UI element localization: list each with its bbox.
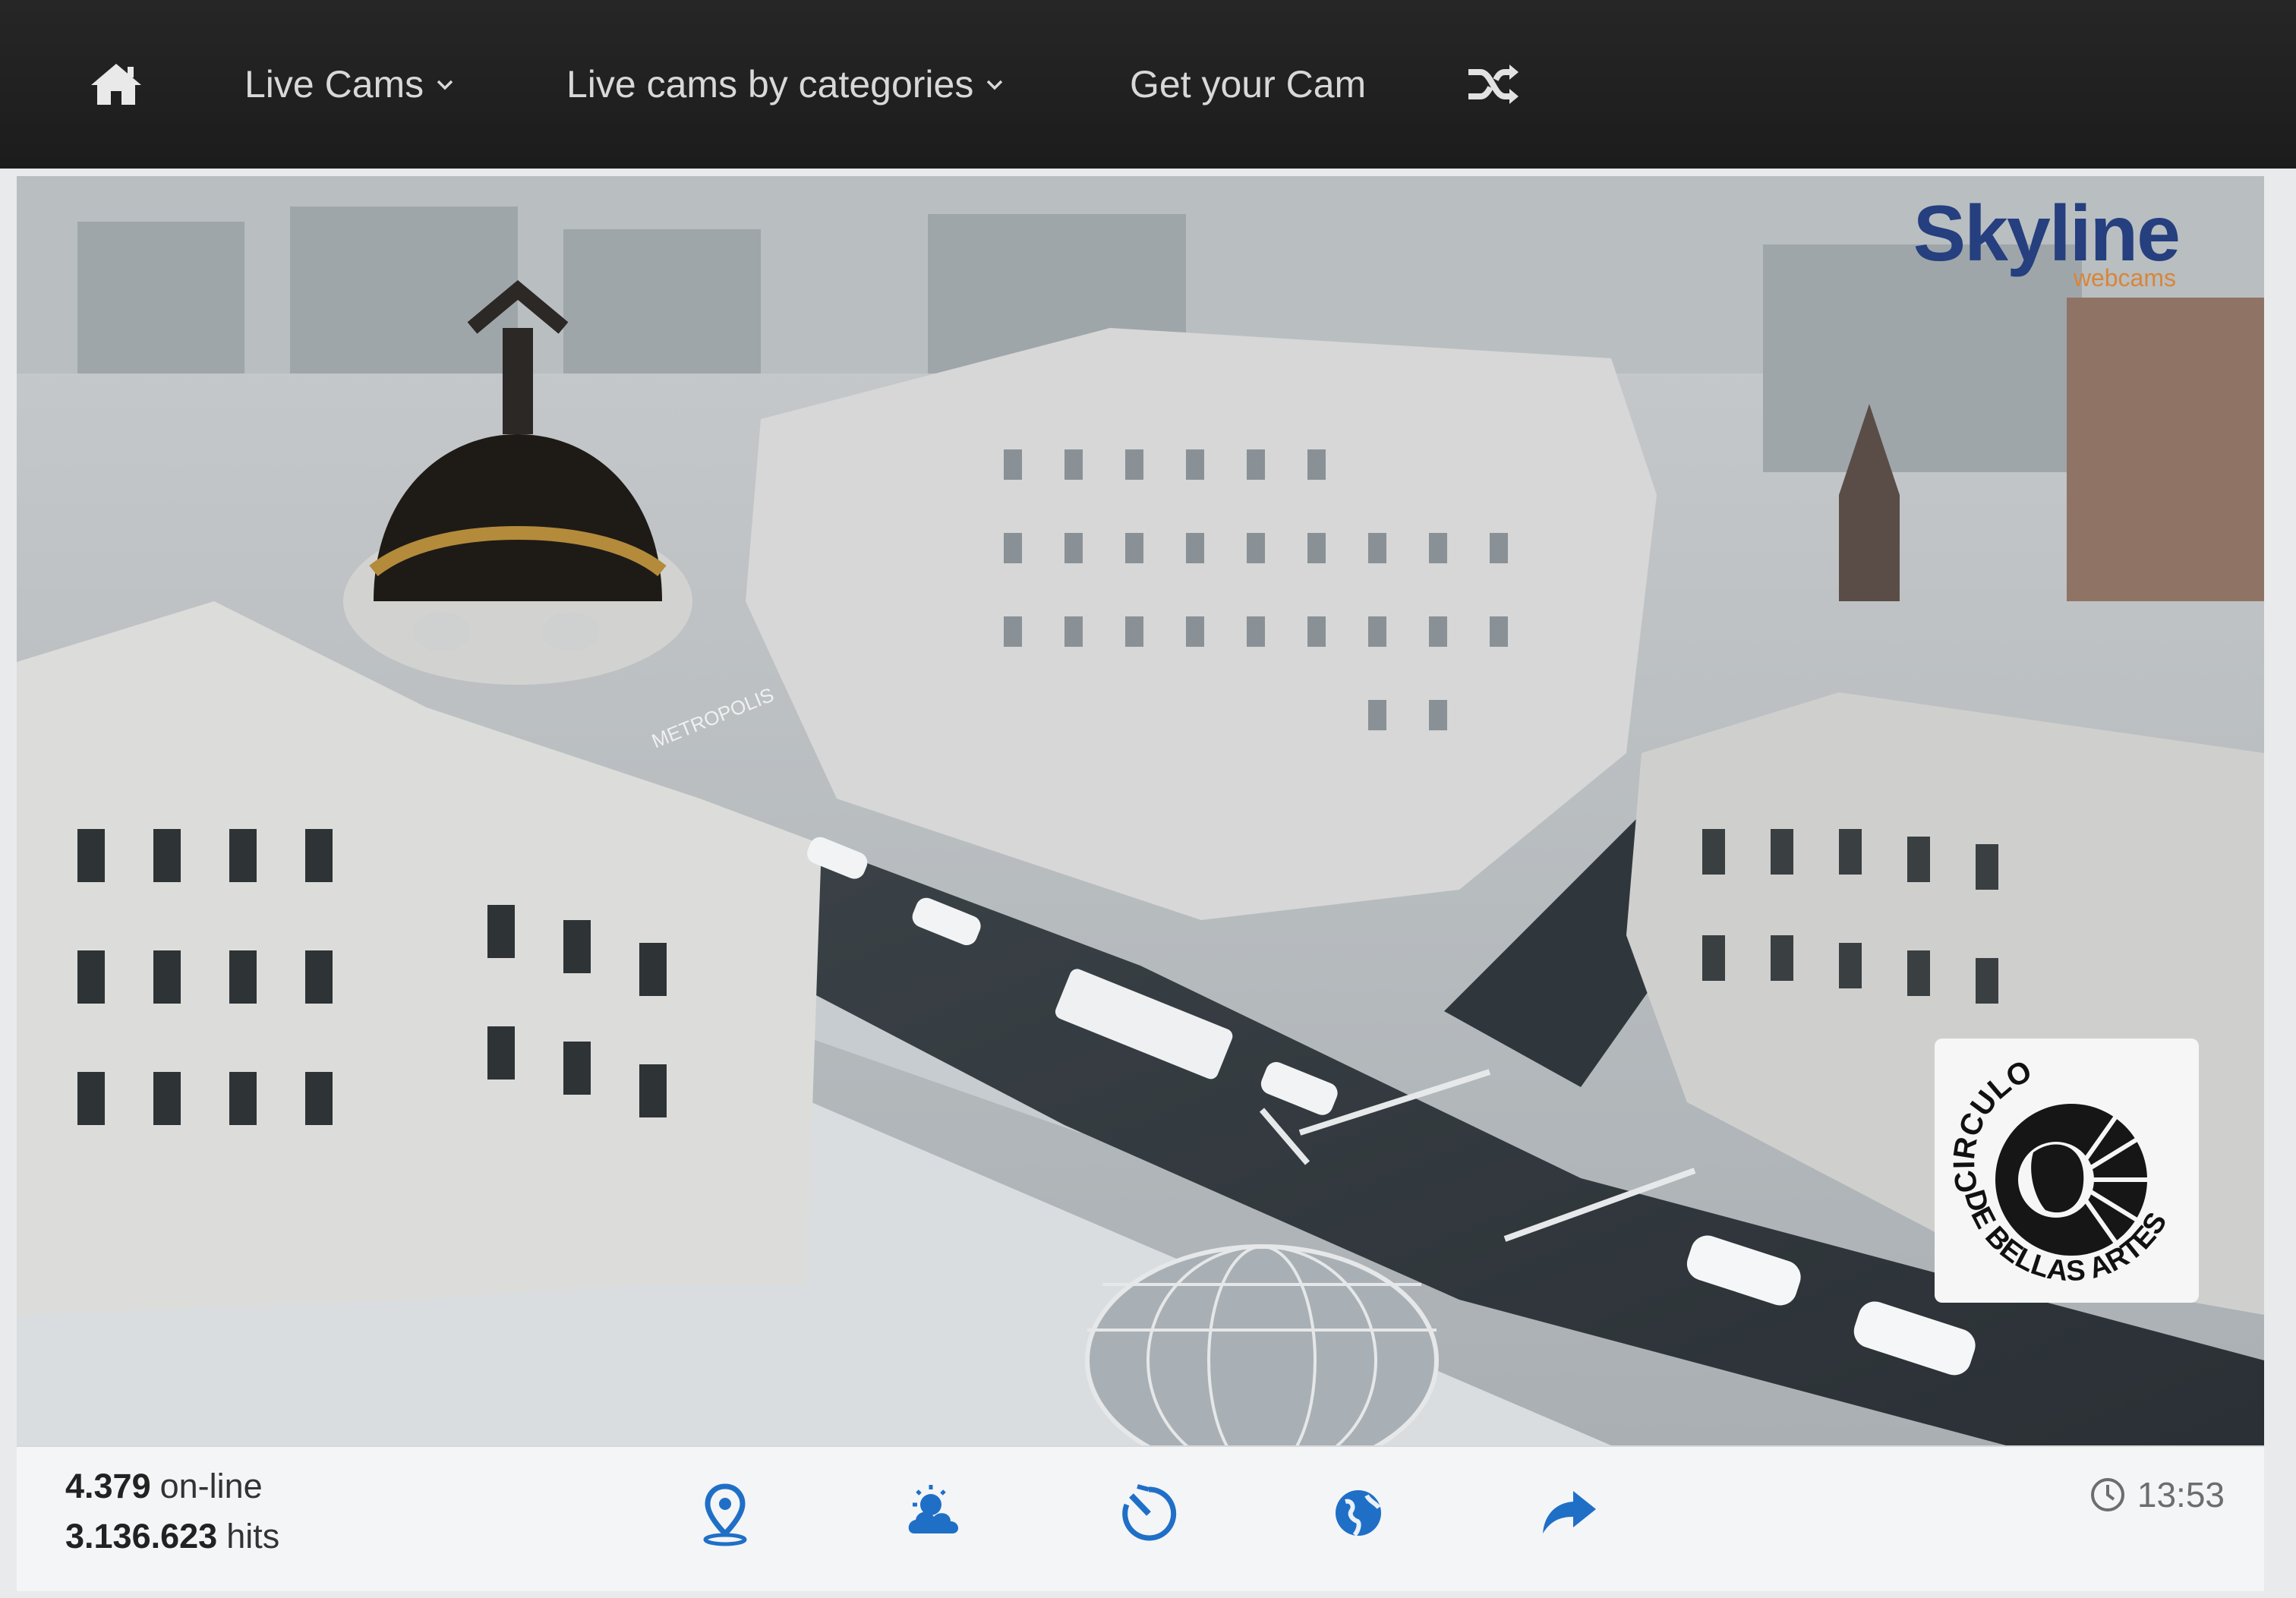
random-cam-button[interactable]	[1465, 0, 1520, 169]
webcam-stream[interactable]: METROPOLIS Skyline webcams CIRCULO DE BE…	[17, 176, 2264, 1445]
nav-live-cams-by-categories[interactable]: Live cams by categories	[566, 0, 1005, 169]
nav-get-your-cam[interactable]: Get your Cam	[1130, 0, 1367, 169]
weather-button[interactable]	[902, 1479, 970, 1547]
online-counter: 4.379 on-line	[65, 1467, 263, 1506]
online-count: 4.379	[65, 1467, 151, 1505]
webcam-snow-scene: METROPOLIS	[17, 176, 2264, 1445]
chevron-down-icon	[437, 80, 453, 90]
share-icon	[1543, 1491, 1596, 1533]
weather-icon	[908, 1485, 959, 1533]
hits-count: 3.136.623	[65, 1517, 218, 1555]
external-link-icon	[1366, 84, 1367, 85]
timelapse-button[interactable]	[1115, 1479, 1183, 1547]
location-button[interactable]	[691, 1479, 759, 1547]
nav-live-cams[interactable]: Live Cams	[244, 0, 456, 169]
sponsor-emblem: CIRCULO DE BELLAS ARTES	[1948, 1054, 2174, 1288]
online-label: on-line	[159, 1467, 263, 1505]
shuffle-icon	[1468, 65, 1519, 104]
hits-counter: 3.136.623 hits	[65, 1517, 279, 1556]
nav-live-cams-label: Live Cams	[244, 63, 424, 106]
local-time-value: 13:53	[2137, 1475, 2225, 1514]
nav-categories-label: Live cams by categories	[566, 63, 974, 106]
chevron-down-icon	[987, 80, 1003, 90]
location-pin-icon	[703, 1483, 747, 1546]
skyline-webcams-logo: Skyline webcams	[1913, 190, 2181, 290]
home-button[interactable]	[90, 0, 143, 169]
globe-icon	[1336, 1490, 1381, 1537]
local-time: 13:53	[2089, 1474, 2225, 1515]
home-icon	[91, 64, 141, 105]
brand-name: Skyline	[1913, 190, 2181, 278]
cam-info-bar: 4.379 on-line 3.136.623 hits 13:53	[17, 1445, 2264, 1591]
share-button[interactable]	[1535, 1479, 1604, 1547]
map-button[interactable]	[1324, 1479, 1392, 1547]
nav-get-your-cam-label: Get your Cam	[1130, 63, 1367, 106]
timelapse-icon	[1122, 1484, 1177, 1541]
circulo-bellas-artes-logo: CIRCULO DE BELLAS ARTES	[1935, 1039, 2199, 1303]
top-navbar: Live Cams Live cams by categories Get yo…	[0, 0, 2296, 169]
clock-icon	[2090, 1478, 2124, 1511]
hits-label: hits	[226, 1517, 280, 1555]
